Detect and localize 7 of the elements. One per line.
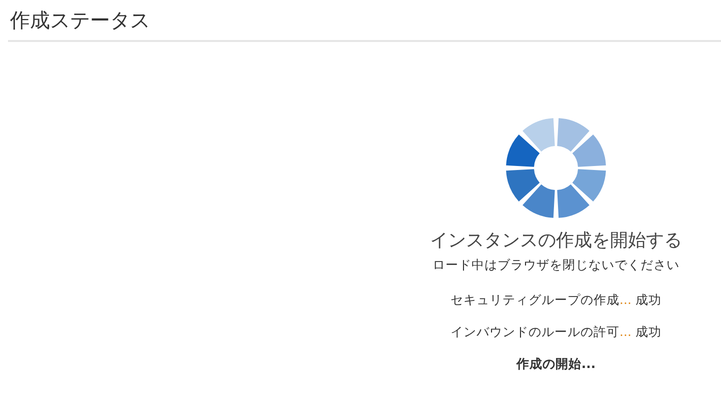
progress-step: 作成の開始...	[516, 354, 596, 373]
progress-step: インバウンドのルールの許可... 成功	[450, 322, 662, 341]
progress-step: セキュリティグループの作成... 成功	[450, 290, 662, 309]
page-title: 作成ステータス	[10, 8, 150, 32]
status-heading: インスタンスの作成を開始する	[430, 229, 682, 253]
loading-spinner-icon	[504, 116, 608, 220]
status-note: ロード中はブラウザを閉じないでください	[432, 256, 680, 274]
